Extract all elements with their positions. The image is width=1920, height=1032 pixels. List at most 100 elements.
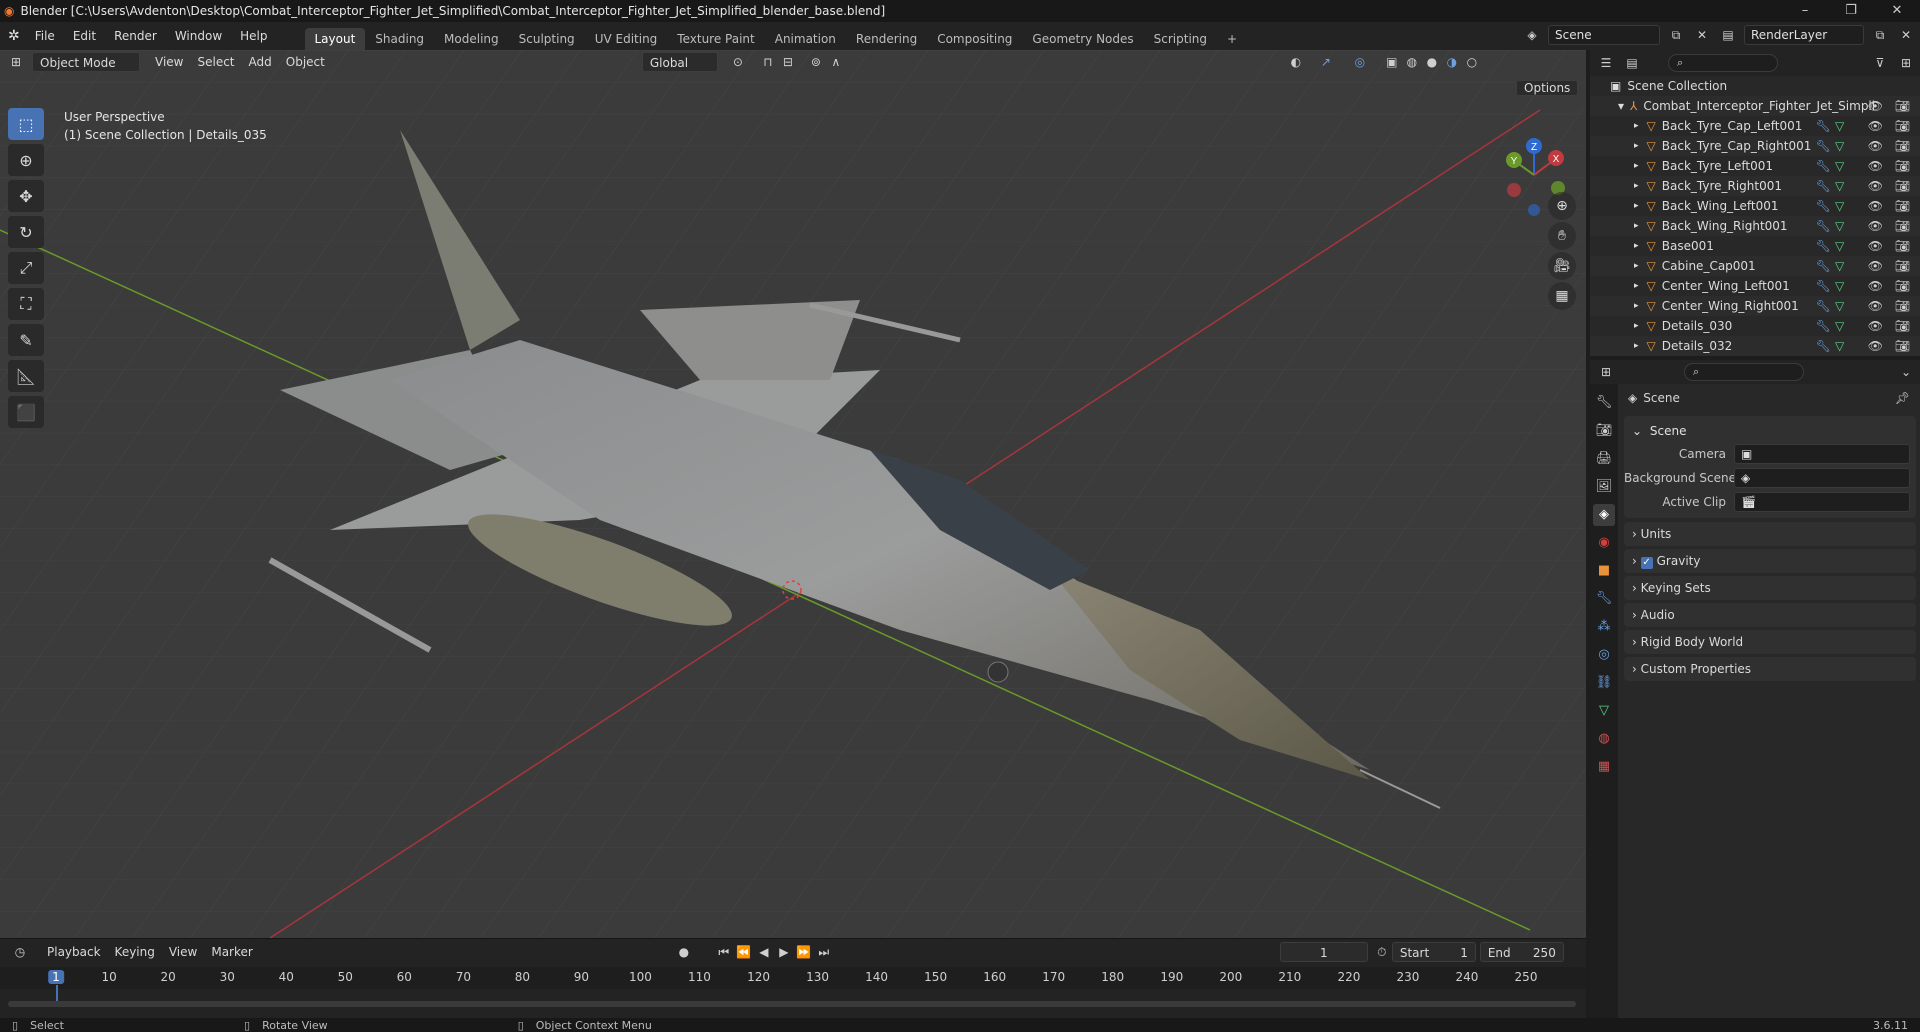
rendered-shading-icon[interactable]: ○ [1462,52,1482,72]
end-frame-field[interactable]: End 250 [1479,942,1564,962]
properties-options-icon[interactable]: ⌄ [1896,362,1916,382]
expand-icon[interactable]: ▸ [1634,181,1639,191]
expand-icon[interactable]: ▸ [1634,221,1639,231]
outliner-item[interactable]: ▸ ▽ Center_Wing_Right001 🔧︎ ▽ 👁︎ 📷︎ [1590,296,1920,316]
menu-edit[interactable]: Edit [64,25,105,47]
visibility-toggles[interactable]: 👁︎ 📷︎ [1868,199,1914,213]
visibility-toggles[interactable]: 👁︎ 📷︎ [1868,319,1914,333]
expand-icon[interactable]: ▸ [1634,261,1639,271]
annotate-tool-icon[interactable]: ✎ [8,324,44,356]
custom-properties-panel[interactable]: › Custom Properties [1624,657,1916,681]
outliner-item[interactable]: ▸ ▽ Center_Wing_Left001 🔧︎ ▽ 👁︎ 📷︎ [1590,276,1920,296]
scene-field[interactable]: Scene [1548,25,1660,45]
visibility-toggles[interactable]: 👁︎ 📷︎ [1868,259,1914,273]
overlays-toggle-icon[interactable]: ◎ [1350,52,1370,72]
filter-icon[interactable]: ⊽ [1870,53,1890,73]
tab-shading[interactable]: Shading [365,28,434,50]
zoom-icon[interactable]: ⊕ [1548,192,1576,220]
outliner-item[interactable]: ▸ ▽ Back_Wing_Right001 🔧︎ ▽ 👁︎ 📷︎ [1590,216,1920,236]
select-box-tool-icon[interactable]: ⬚ [8,108,44,140]
outliner-item[interactable]: ▸ ▽ Details_030 🔧︎ ▽ 👁︎ 📷︎ [1590,316,1920,336]
snap-target-icon[interactable]: ⊟ [778,52,798,72]
tool-tab-icon[interactable]: 🔧︎ [1593,392,1615,414]
pin-icon[interactable]: 📌︎ [1895,391,1910,405]
object-tab-icon[interactable]: ■ [1593,560,1615,582]
new-view-layer-icon[interactable]: ⧉ [1870,25,1890,45]
outliner-item[interactable]: ▸ ▽ Back_Tyre_Cap_Right001 🔧︎ ▽ 👁︎ 📷︎ [1590,136,1920,156]
delete-view-layer-icon[interactable]: ✕ [1896,25,1916,45]
options-button[interactable]: Options [1516,78,1579,98]
menu-add[interactable]: Add [242,52,279,72]
add-workspace-button[interactable]: + [1217,28,1247,50]
minimize-button[interactable]: – [1782,0,1828,22]
modifier-icon[interactable]: 🔧︎ [1816,159,1831,173]
camera-view-icon[interactable]: 🎥︎ [1548,252,1576,280]
rotate-tool-icon[interactable]: ↻ [8,216,44,248]
constraints-tab-icon[interactable]: ⛓︎ [1593,672,1615,694]
editor-type-icon[interactable]: ⊞ [6,52,26,72]
outliner-item[interactable]: ▸ ▽ Back_Tyre_Left001 🔧︎ ▽ 👁︎ 📷︎ [1590,156,1920,176]
wireframe-shading-icon[interactable]: ◍ [1402,52,1422,72]
render-tab-icon[interactable]: 📷︎ [1593,420,1615,442]
tab-geometry-nodes[interactable]: Geometry Nodes [1022,28,1143,50]
transform-tool-icon[interactable]: ⛶ [8,288,44,320]
modifier-icon[interactable]: 🔧︎ [1816,259,1831,273]
visibility-toggles[interactable]: 👁︎ 📷︎ [1868,219,1914,233]
pan-hand-icon[interactable]: ✋︎ [1548,222,1576,250]
start-frame-field[interactable]: Start 1 [1391,942,1476,962]
expand-icon[interactable]: ▸ [1634,341,1639,351]
mesh-data-icon[interactable]: ▽ [1835,259,1844,273]
falloff-icon[interactable]: ∧ [826,52,846,72]
display-mode-icon[interactable]: ▤ [1622,53,1642,73]
frame-ruler[interactable]: 1 10 20 30 40 50 60 70 80 90 100 110 120 130 140 150 160… [0,967,1586,1005]
play-reverse-icon[interactable]: ◀ [754,942,774,962]
visibility-toggles[interactable]: 👁︎ 📷︎ [1868,179,1914,193]
menu-render[interactable]: Render [105,25,166,47]
solid-shading-icon[interactable]: ● [1422,52,1442,72]
tab-texture-paint[interactable]: Texture Paint [667,28,764,50]
prev-keyframe-icon[interactable]: ⏪ [734,942,754,962]
expand-icon[interactable]: ▸ [1634,241,1639,251]
expand-icon[interactable]: ▸ [1634,141,1639,151]
tab-compositing[interactable]: Compositing [927,28,1022,50]
view-layer-tab-icon[interactable]: 🖼︎ [1593,476,1615,498]
tab-animation[interactable]: Animation [765,28,846,50]
menu-select[interactable]: Select [190,52,241,72]
timeline-scrollbar[interactable] [8,1001,1576,1007]
scale-tool-icon[interactable]: ⤢ [8,252,44,284]
view-layer-icon[interactable]: ▤ [1718,25,1738,45]
modifier-icon[interactable]: 🔧︎ [1816,319,1831,333]
mesh-data-icon[interactable]: ▽ [1835,279,1844,293]
modifier-tab-icon[interactable]: 🔧︎ [1593,588,1615,610]
scene-tab-icon[interactable]: ◈ [1593,504,1615,526]
maximize-button[interactable]: ❐ [1828,0,1874,22]
close-button[interactable]: ✕ [1874,0,1920,22]
orientation-dropdown[interactable]: Global [641,52,718,72]
jump-end-icon[interactable]: ⏭ [814,942,834,962]
outliner-item[interactable]: ▸ ▽ Cabine_Cap001 🔧︎ ▽ 👁︎ 📷︎ [1590,256,1920,276]
gizmo-toggle-icon[interactable]: ↗ [1316,52,1336,72]
visibility-toggles[interactable]: 👁︎ 📷︎ [1868,279,1914,293]
mesh-data-icon[interactable]: ▽ [1835,239,1844,253]
gravity-checkbox[interactable]: ✓ [1640,557,1653,569]
expand-icon[interactable]: ▸ [1634,121,1639,131]
mesh-data-icon[interactable]: ▽ [1835,299,1844,313]
particles-tab-icon[interactable]: ⁂ [1593,616,1615,638]
expand-icon[interactable]: ▾ [1618,99,1624,113]
menu-file[interactable]: File [26,25,64,47]
move-tool-icon[interactable]: ✥ [8,180,44,212]
outliner-item[interactable]: ▸ ▽ Details_032 🔧︎ ▽ 👁︎ 📷︎ [1590,336,1920,356]
menu-keying[interactable]: Keying [108,942,162,962]
properties-editor-type-icon[interactable]: ⊞ [1596,362,1616,382]
current-frame-field[interactable]: 1 [1279,942,1368,962]
tab-scripting[interactable]: Scripting [1144,28,1217,50]
mesh-data-icon[interactable]: ▽ [1835,199,1844,213]
rigid-body-world-panel[interactable]: › Rigid Body World [1624,630,1916,654]
visibility-toggles[interactable]: 👁︎ 📷︎ [1868,299,1914,313]
mesh-data-icon[interactable]: ▽ [1835,159,1844,173]
3d-viewport[interactable]: ⊞ Object Mode View Select Add Object Glo… [0,50,1586,938]
tab-modeling[interactable]: Modeling [434,28,509,50]
jump-start-icon[interactable]: ⏮ [714,942,734,962]
options-label[interactable]: Options [1516,80,1579,96]
add-cube-tool-icon[interactable]: ⬛ [8,396,44,428]
